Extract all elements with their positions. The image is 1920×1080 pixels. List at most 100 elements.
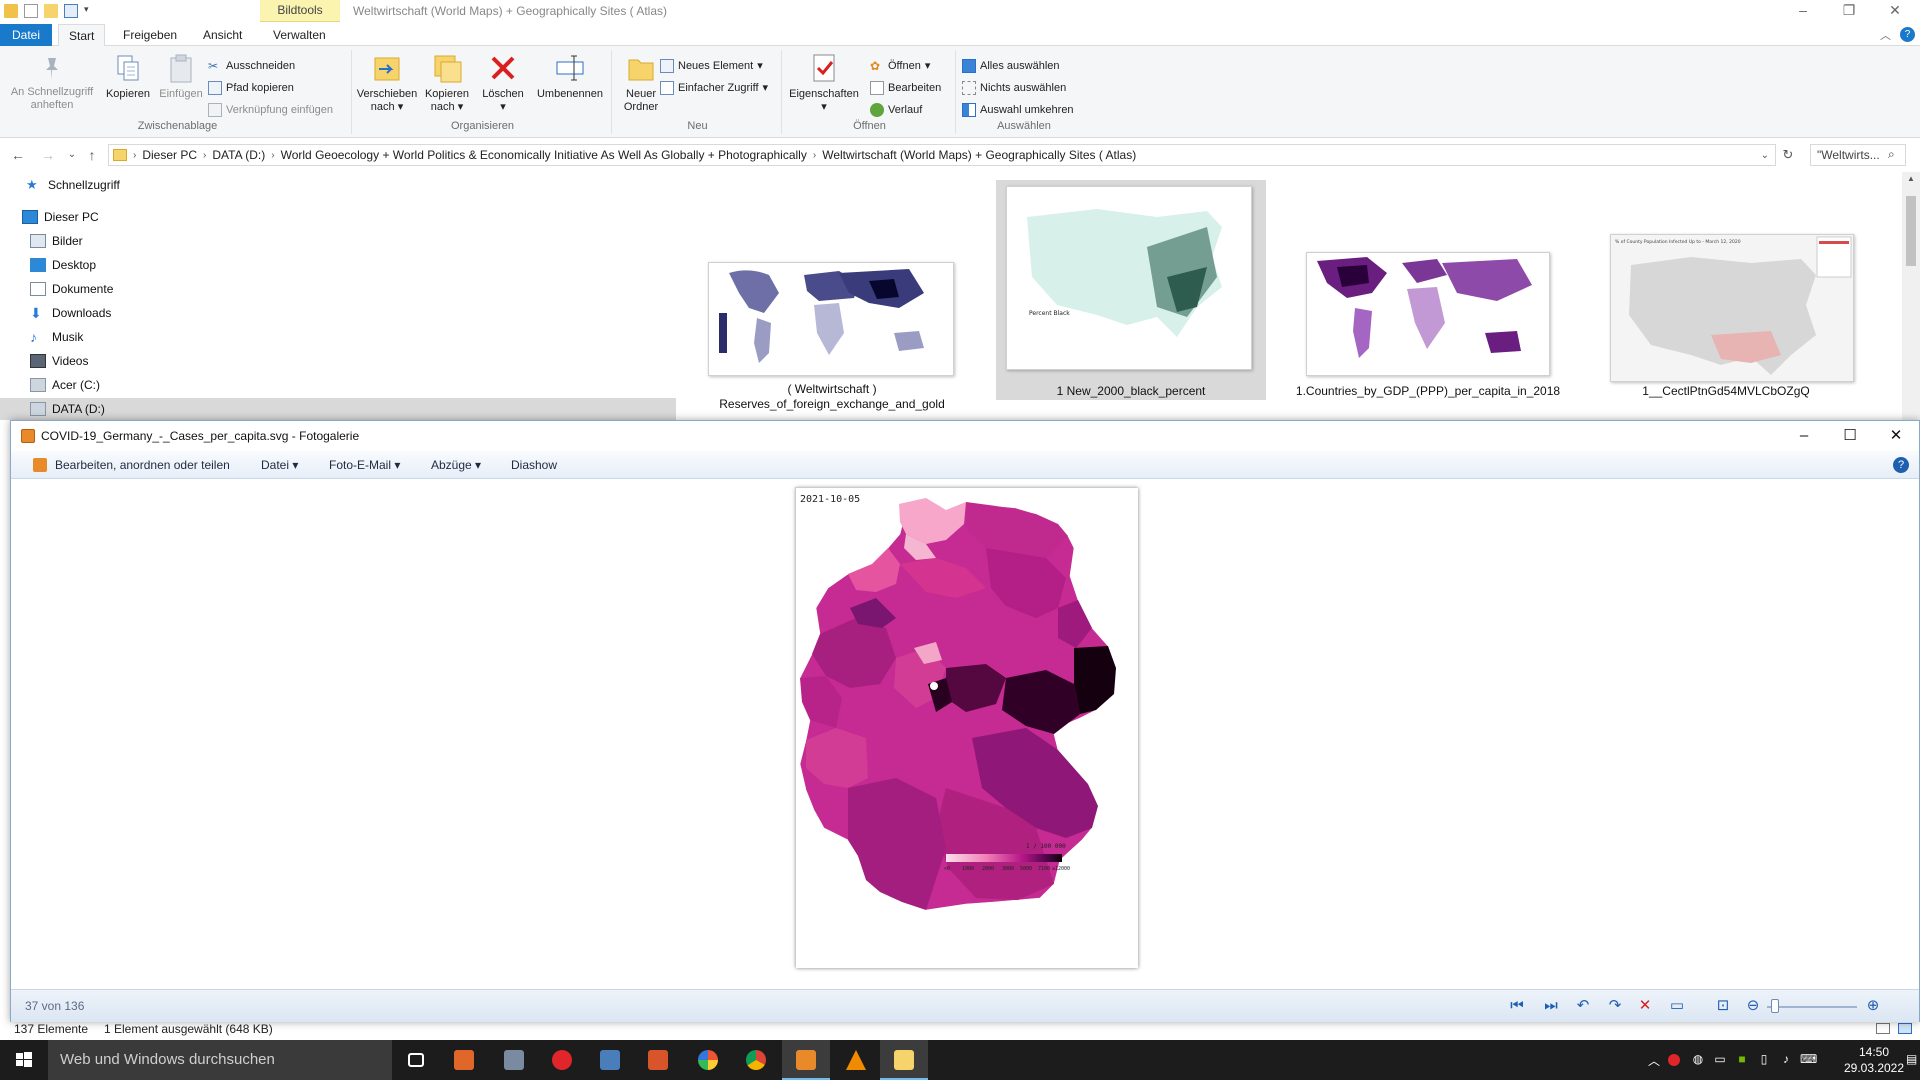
delete-button[interactable]: Löschen ▾ bbox=[478, 52, 528, 114]
new-item-button[interactable]: Neues Element ▾ bbox=[660, 56, 763, 76]
breadcrumb-data-d[interactable]: DATA (D:) bbox=[212, 148, 265, 162]
minimize-button[interactable]: – bbox=[1781, 421, 1827, 451]
file-list-scrollbar[interactable]: ▲ bbox=[1902, 172, 1920, 422]
zoom-slider[interactable] bbox=[1767, 1006, 1857, 1008]
pin-quick-access-button[interactable]: An Schnellzugriff anheften bbox=[6, 52, 98, 112]
copy-path-button[interactable]: Pfad kopieren bbox=[208, 78, 294, 98]
delete-image-icon[interactable]: ✕ bbox=[1635, 996, 1655, 1016]
file-thumbnail[interactable]: 1.Countries_by_GDP_(PPP)_per_capita_in_2… bbox=[1294, 180, 1562, 408]
details-view-icon[interactable] bbox=[1876, 1023, 1890, 1034]
properties-button[interactable]: Eigenschaften ▾ bbox=[788, 52, 860, 114]
tab-ansicht[interactable]: Ansicht bbox=[193, 24, 252, 46]
edit-button[interactable]: Bearbeiten bbox=[870, 78, 941, 98]
taskbar-app[interactable] bbox=[440, 1040, 488, 1080]
ribbon-collapse-icon[interactable]: ︿ bbox=[1880, 27, 1891, 43]
taskbar-search-input[interactable]: Web und Windows durchsuchen bbox=[48, 1040, 392, 1080]
tab-freigeben[interactable]: Freigeben bbox=[113, 24, 187, 46]
actual-size-icon[interactable]: ⊡ bbox=[1713, 996, 1733, 1016]
taskbar-clock[interactable]: 14:50 29.03.2022 bbox=[1842, 1044, 1906, 1076]
taskbar-app-chrome[interactable] bbox=[732, 1040, 780, 1080]
nav-item-bilder[interactable]: Bilder bbox=[30, 230, 83, 252]
keyboard-icon[interactable]: ⌨ bbox=[1800, 1052, 1817, 1068]
nav-item-videos[interactable]: Videos bbox=[30, 350, 88, 372]
minimize-button[interactable]: – bbox=[1780, 0, 1826, 22]
invert-selection-button[interactable]: Auswahl umkehren bbox=[962, 100, 1074, 120]
tab-start[interactable]: Start bbox=[58, 24, 106, 46]
open-button[interactable]: ✿ Öffnen ▾ bbox=[870, 56, 930, 76]
rotate-left-icon[interactable]: ↶ bbox=[1573, 996, 1593, 1016]
scroll-up-icon[interactable]: ▲ bbox=[1907, 174, 1915, 183]
copy-to-button[interactable]: Kopieren nach ▾ bbox=[418, 52, 476, 114]
new-folder-icon[interactable] bbox=[44, 4, 58, 18]
taskbar-app-vlc[interactable] bbox=[832, 1040, 880, 1080]
breadcrumb-weltwirtschaft[interactable]: Weltwirtschaft (World Maps) + Geographic… bbox=[822, 148, 1136, 162]
file-thumbnail[interactable]: % of County Population Infected Up to - … bbox=[1592, 180, 1860, 408]
scrollbar-thumb[interactable] bbox=[1906, 196, 1916, 266]
taskbar-app[interactable] bbox=[634, 1040, 682, 1080]
nav-item-dokumente[interactable]: Dokumente bbox=[30, 278, 113, 300]
rename-button[interactable]: Umbenennen bbox=[532, 52, 608, 101]
next-image-icon[interactable]: ⏭ bbox=[1541, 996, 1561, 1016]
nav-item-dieser-pc[interactable]: Dieser PC bbox=[22, 206, 99, 228]
maximize-button[interactable]: ☐ bbox=[1827, 421, 1873, 451]
network-icon[interactable]: ▭ bbox=[1712, 1052, 1728, 1068]
taskbar-app-picasa[interactable] bbox=[684, 1040, 732, 1080]
tab-datei[interactable]: Datei bbox=[0, 24, 52, 46]
refresh-icon[interactable]: ↻ bbox=[1778, 145, 1798, 165]
move-to-button[interactable]: Verschieben nach ▾ bbox=[356, 52, 418, 114]
search-icon[interactable]: ⌕ bbox=[1888, 147, 1895, 162]
easy-access-button[interactable]: Einfacher Zugriff ▾ bbox=[660, 78, 768, 98]
select-all-button[interactable]: Alles auswählen bbox=[962, 56, 1060, 76]
nav-item-musik[interactable]: ♪ Musik bbox=[30, 326, 83, 348]
paste-shortcut-button[interactable]: Verknüpfung einfügen bbox=[208, 100, 333, 120]
paste-button[interactable]: Einfügen bbox=[154, 52, 208, 101]
up-arrow-icon[interactable]: ↑ bbox=[82, 145, 102, 165]
back-arrow-icon[interactable]: ← bbox=[8, 145, 28, 165]
forward-arrow-icon[interactable]: → bbox=[38, 145, 58, 165]
slideshow-play-icon[interactable]: ▭ bbox=[1667, 996, 1687, 1016]
rename-icon[interactable] bbox=[64, 4, 78, 18]
taskbar-app-photo-gallery[interactable] bbox=[782, 1040, 830, 1080]
previous-image-icon[interactable]: ⏮ bbox=[1507, 996, 1527, 1016]
task-view-button[interactable] bbox=[392, 1040, 440, 1080]
close-button[interactable]: ✕ bbox=[1872, 0, 1918, 22]
nav-item-downloads[interactable]: ⬇ Downloads bbox=[30, 302, 111, 324]
slideshow-button[interactable]: Diashow bbox=[511, 458, 557, 472]
help-icon[interactable]: ? bbox=[1893, 457, 1909, 473]
nvidia-icon[interactable]: ■ bbox=[1734, 1052, 1750, 1068]
nav-item-schnellzugriff[interactable]: ★ Schnellzugriff bbox=[26, 174, 120, 196]
new-folder-button[interactable]: Neuer Ordner bbox=[616, 52, 666, 114]
start-button[interactable] bbox=[0, 1040, 48, 1080]
rotate-right-icon[interactable]: ↷ bbox=[1605, 996, 1625, 1016]
address-bar[interactable]: › Dieser PC › DATA (D:) › World Geoecolo… bbox=[108, 144, 1776, 166]
restore-button[interactable]: ❐ bbox=[1826, 0, 1872, 22]
nav-item-acer-c[interactable]: Acer (C:) bbox=[30, 374, 100, 396]
tab-verwalten[interactable]: Verwalten bbox=[263, 24, 336, 46]
file-thumbnail[interactable]: ( Weltwirtschaft ) Reserves_of_foreign_e… bbox=[698, 180, 966, 411]
nav-item-desktop[interactable]: Desktop bbox=[30, 254, 96, 276]
cut-button[interactable]: ✂ Ausschneiden bbox=[208, 56, 295, 76]
copy-button[interactable]: Kopieren bbox=[100, 52, 156, 101]
large-icons-view-icon[interactable] bbox=[1898, 1023, 1912, 1034]
zoom-slider-handle[interactable] bbox=[1771, 999, 1779, 1013]
recent-locations-chevron-icon[interactable]: ⌄ bbox=[62, 145, 82, 165]
qat-dropdown-icon[interactable]: ▾ bbox=[84, 4, 92, 18]
zoom-in-icon[interactable]: ⊕ bbox=[1863, 996, 1883, 1016]
prints-button[interactable]: Abzüge ▾ bbox=[431, 458, 481, 472]
taskbar-app-opera[interactable] bbox=[538, 1040, 586, 1080]
help-icon[interactable]: ? bbox=[1900, 27, 1915, 42]
show-hidden-icons-chevron-icon[interactable]: ︿ bbox=[1646, 1052, 1662, 1068]
properties-icon[interactable] bbox=[24, 4, 38, 18]
history-button[interactable]: Verlauf bbox=[870, 100, 922, 120]
edit-arrange-share-button[interactable]: Bearbeiten, anordnen oder teilen bbox=[55, 458, 230, 472]
battery-icon[interactable]: ▯ bbox=[1756, 1052, 1772, 1068]
address-dropdown-icon[interactable]: ⌄ bbox=[1761, 150, 1769, 161]
photo-email-button[interactable]: Foto-E-Mail ▾ bbox=[329, 458, 400, 472]
taskbar-app-file-explorer[interactable] bbox=[880, 1040, 928, 1080]
folder-icon[interactable] bbox=[4, 4, 18, 18]
breadcrumb-dieser-pc[interactable]: Dieser PC bbox=[142, 148, 197, 162]
file-menu-button[interactable]: Datei ▾ bbox=[261, 458, 298, 472]
zoom-out-icon[interactable]: ⊖ bbox=[1743, 996, 1763, 1016]
speaker-icon[interactable]: ♪ bbox=[1778, 1052, 1794, 1068]
taskbar-app[interactable] bbox=[490, 1040, 538, 1080]
